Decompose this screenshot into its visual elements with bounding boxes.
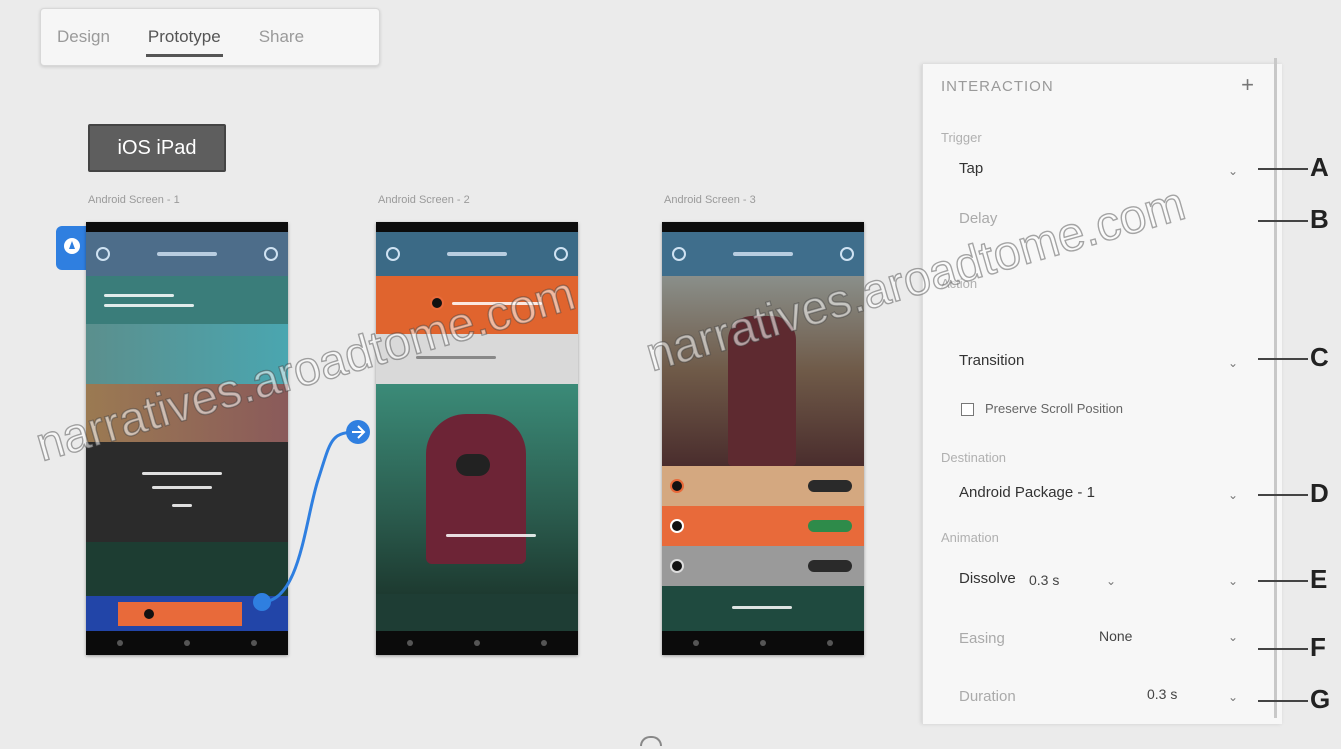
action-select[interactable]: Transition bbox=[959, 352, 1024, 369]
callout-d: D bbox=[1310, 478, 1329, 508]
callout-line-d bbox=[1258, 494, 1308, 496]
delay-field[interactable]: Delay bbox=[959, 210, 997, 227]
duration-field[interactable]: 0.3 s bbox=[1147, 686, 1177, 702]
chevron-down-icon[interactable]: ⌄ bbox=[1228, 164, 1238, 178]
chevron-down-icon[interactable]: ⌄ bbox=[1106, 574, 1116, 588]
panel-title: INTERACTION bbox=[941, 78, 1054, 95]
panel-scrollbar[interactable] bbox=[1274, 58, 1277, 718]
callout-line-g bbox=[1258, 700, 1308, 702]
wire-path bbox=[261, 430, 359, 604]
callout-line-e bbox=[1258, 580, 1308, 582]
animation-label: Animation bbox=[941, 530, 999, 545]
destination-select[interactable]: Android Package - 1 bbox=[959, 484, 1095, 501]
preserve-scroll-label: Preserve Scroll Position bbox=[985, 401, 1123, 416]
duration-label: Duration bbox=[959, 688, 1016, 705]
wire-start-handle[interactable] bbox=[253, 593, 271, 611]
prototype-workspace: Design Prototype Share iOS iPad Android … bbox=[0, 0, 1341, 749]
chevron-down-icon[interactable]: ⌄ bbox=[1228, 488, 1238, 502]
callout-e: E bbox=[1310, 564, 1328, 594]
destination-label: Destination bbox=[941, 450, 1007, 465]
chevron-down-icon[interactable]: ⌄ bbox=[1228, 574, 1238, 588]
easing-label: Easing bbox=[959, 630, 1005, 647]
chevron-down-icon[interactable]: ⌄ bbox=[1228, 690, 1238, 704]
interaction-panel: INTERACTION + Trigger Tap ⌄ Delay Action… bbox=[922, 64, 1282, 724]
preserve-scroll-checkbox[interactable] bbox=[961, 403, 974, 416]
add-interaction-button[interactable]: + bbox=[1241, 72, 1254, 98]
animation-duration[interactable]: 0.3 s bbox=[1029, 572, 1059, 588]
callout-line-a bbox=[1258, 168, 1308, 170]
callout-c: C bbox=[1310, 342, 1329, 372]
callout-a: A bbox=[1310, 152, 1329, 182]
trigger-select[interactable]: Tap bbox=[959, 160, 983, 177]
chevron-down-icon[interactable]: ⌄ bbox=[1228, 630, 1238, 644]
callout-line-c bbox=[1258, 358, 1308, 360]
easing-select[interactable]: None bbox=[1099, 628, 1132, 644]
callout-line-f bbox=[1258, 648, 1308, 650]
callout-b: B bbox=[1310, 204, 1329, 234]
callout-line-b bbox=[1258, 220, 1308, 222]
animation-select[interactable]: Dissolve bbox=[959, 570, 1016, 587]
trigger-label: Trigger bbox=[941, 130, 982, 145]
chevron-down-icon[interactable]: ⌄ bbox=[1228, 356, 1238, 370]
callout-f: F bbox=[1310, 632, 1326, 662]
callout-g: G bbox=[1310, 684, 1331, 714]
